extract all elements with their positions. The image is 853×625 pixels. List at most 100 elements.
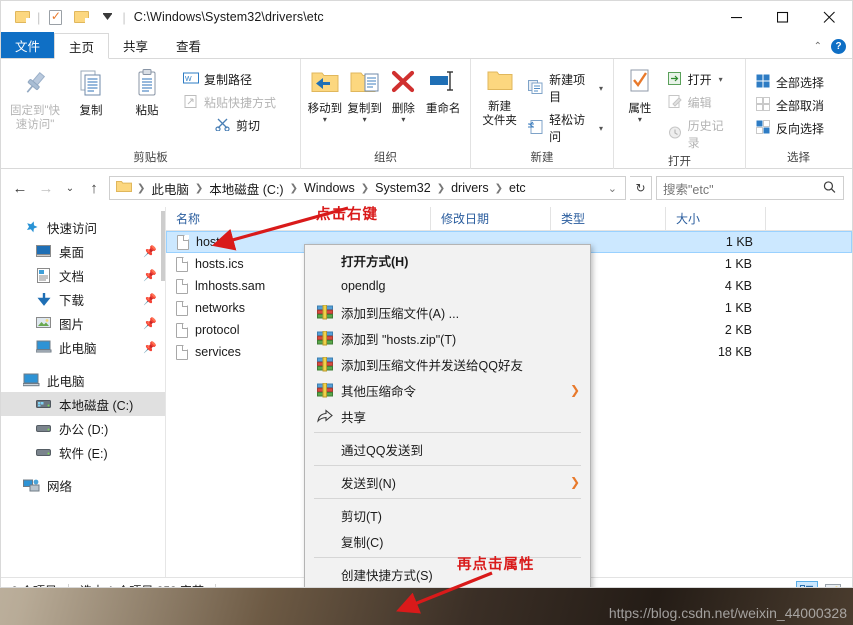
context-menu-item-open-with[interactable]: 打开方式(H) xyxy=(305,247,590,273)
context-menu-item-cut[interactable]: 剪切(T) xyxy=(305,502,590,528)
breadcrumb[interactable]: ❯ 此电脑 ❯ 本地磁盘 (C:) ❯ Windows ❯ System32 ❯… xyxy=(109,176,626,200)
pin-icon[interactable]: 📌 xyxy=(143,245,157,258)
context-menu-item-add-to-hosts-zip[interactable]: 添加到 "hosts.zip"(T) xyxy=(305,325,590,351)
ribbon-pin-label: 固定到"快速访问" xyxy=(9,105,61,131)
ribbon-select-none[interactable]: 全部取消 xyxy=(752,95,828,116)
maximize-button[interactable] xyxy=(760,1,806,33)
ribbon-cut[interactable]: 剪切 xyxy=(211,115,280,136)
ribbon-new-item[interactable]: 新建项目 ▾ xyxy=(524,69,607,107)
breadcrumb-sep-3[interactable]: ❯ xyxy=(360,183,370,194)
ribbon-move-to[interactable]: 移动到 ▾ xyxy=(305,64,345,124)
sidebar-item-network[interactable]: 网络 xyxy=(1,473,165,497)
sidebar-item-this-pc-quick[interactable]: 此电脑 📌 xyxy=(1,335,165,359)
qat-customize-caret-icon[interactable] xyxy=(94,4,120,30)
details-view-icon[interactable] xyxy=(796,580,818,587)
sidebar-item-downloads[interactable]: 下载 📌 xyxy=(1,287,165,311)
new-item-dropdown-icon[interactable]: ▾ xyxy=(599,84,603,93)
breadcrumb-sep-1[interactable]: ❯ xyxy=(194,183,204,194)
refresh-button[interactable]: ↻ xyxy=(630,176,652,200)
qat-new-folder-icon[interactable] xyxy=(68,4,94,30)
context-menu-item-send-via-qq[interactable]: 通过QQ发送到 xyxy=(305,436,590,462)
ribbon-edit[interactable]: 编辑 xyxy=(664,92,739,113)
sidebar-item-drive-e[interactable]: 软件 (E:) xyxy=(1,440,165,464)
tab-view[interactable]: 查看 xyxy=(162,32,215,58)
recent-locations-button[interactable]: ⌄ xyxy=(61,177,79,199)
column-header-name[interactable]: 名称 xyxy=(166,206,431,231)
pin-icon[interactable]: 📌 xyxy=(143,293,157,306)
tab-share[interactable]: 共享 xyxy=(109,32,162,58)
sidebar-item-pictures[interactable]: 图片 📌 xyxy=(1,311,165,335)
ribbon-new-folder[interactable]: 新建 文件夹 xyxy=(477,64,522,128)
sidebar-item-desktop[interactable]: 桌面 📌 xyxy=(1,239,165,263)
search-box[interactable]: 搜索"etc" xyxy=(656,176,844,200)
breadcrumb-item-5[interactable]: etc xyxy=(504,181,531,195)
context-menu-item-other-archive-commands[interactable]: 其他压缩命令 ❯ xyxy=(305,377,590,403)
qat-folder-icon[interactable] xyxy=(9,4,35,30)
pin-icon[interactable]: 📌 xyxy=(143,317,157,330)
sidebar-item-this-pc[interactable]: 此电脑 xyxy=(1,368,165,392)
context-menu-item-add-and-send-qq[interactable]: 添加到压缩文件并发送给QQ好友 xyxy=(305,351,590,377)
ribbon-invert-selection[interactable]: 反向选择 xyxy=(752,118,828,139)
collapse-ribbon-icon[interactable]: ⌃ xyxy=(814,41,822,52)
tab-home[interactable]: 主页 xyxy=(54,33,110,59)
sidebar-item-quick-access[interactable]: 快速访问 xyxy=(1,215,165,239)
ribbon-select-all[interactable]: 全部选择 xyxy=(752,72,828,93)
context-menu-item-create-shortcut[interactable]: 创建快捷方式(S) xyxy=(305,561,590,587)
pin-icon[interactable]: 📌 xyxy=(143,341,157,354)
sidebar-item-documents[interactable]: 文档 📌 xyxy=(1,263,165,287)
up-button[interactable]: ↑ xyxy=(83,177,105,199)
breadcrumb-sep-2[interactable]: ❯ xyxy=(289,183,299,194)
breadcrumb-item-1[interactable]: 本地磁盘 (C:) xyxy=(204,179,288,198)
ribbon-open[interactable]: 打开 ▾ xyxy=(664,69,739,90)
ribbon-easy-access[interactable]: 轻松访问 ▾ xyxy=(524,109,607,147)
breadcrumb-item-0[interactable]: 此电脑 xyxy=(146,179,194,198)
ribbon-paste-shortcut[interactable]: 粘贴快捷方式 xyxy=(179,92,280,113)
ribbon-group-organize: 移动到 ▾ 复制到 ▾ 删除 ▾ 重命名 组织 xyxy=(301,59,471,169)
context-menu-item-share[interactable]: 共享 xyxy=(305,403,590,429)
move-to-dropdown-icon[interactable]: ▾ xyxy=(323,116,327,124)
delete-dropdown-icon[interactable]: ▾ xyxy=(401,116,405,124)
context-menu-item-opendlg[interactable]: opendlg xyxy=(305,273,590,299)
breadcrumb-sep-4[interactable]: ❯ xyxy=(436,183,446,194)
column-header-date[interactable]: 修改日期 xyxy=(431,206,551,231)
qat-divider-1: | xyxy=(37,9,41,25)
context-separator xyxy=(314,432,581,433)
breadcrumb-item-2[interactable]: Windows xyxy=(299,181,360,195)
context-menu-item-copy[interactable]: 复制(C) xyxy=(305,528,590,554)
ribbon-copy-button[interactable]: 复制 xyxy=(63,64,119,118)
ribbon-copy-to[interactable]: 复制到 ▾ xyxy=(345,64,385,124)
copy-to-dropdown-icon[interactable]: ▾ xyxy=(363,116,367,124)
tab-file[interactable]: 文件 xyxy=(1,32,55,58)
ribbon-paste-button[interactable]: 粘贴 xyxy=(119,64,175,118)
help-icon[interactable]: ? xyxy=(831,39,846,54)
context-menu-item-delete[interactable]: 删除(D) xyxy=(305,587,590,588)
forward-button[interactable]: → xyxy=(35,177,57,199)
minimize-button[interactable] xyxy=(714,1,760,33)
properties-dropdown-icon[interactable]: ▾ xyxy=(638,116,642,124)
ribbon-delete[interactable]: 删除 ▾ xyxy=(385,64,423,124)
ribbon-pin-to-quick-access[interactable]: 固定到"快速访问" xyxy=(7,64,63,132)
back-button[interactable]: ← xyxy=(9,177,31,199)
column-header-type[interactable]: 类型 xyxy=(551,206,666,231)
sidebar-item-drive-d[interactable]: 办公 (D:) xyxy=(1,416,165,440)
breadcrumb-item-3[interactable]: System32 xyxy=(370,181,436,195)
large-icons-view-icon[interactable] xyxy=(822,581,844,587)
search-input[interactable]: 搜索"etc" xyxy=(663,179,714,198)
context-menu-item-send-to[interactable]: 发送到(N) ❯ xyxy=(305,469,590,495)
column-header-size[interactable]: 大小 xyxy=(666,206,766,231)
sidebar-item-local-disk-c[interactable]: 本地磁盘 (C:) xyxy=(1,392,165,416)
easy-access-dropdown-icon[interactable]: ▾ xyxy=(599,124,603,133)
close-button[interactable] xyxy=(806,1,852,33)
ribbon-rename[interactable]: 重命名 xyxy=(422,64,464,116)
context-menu-item-add-to-archive[interactable]: 添加到压缩文件(A) ... xyxy=(305,299,590,325)
breadcrumb-dropdown-icon[interactable]: ⌄ xyxy=(607,182,621,195)
context-label: 共享 xyxy=(341,410,367,425)
ribbon-copy-path[interactable]: W 复制路径 xyxy=(179,69,280,90)
breadcrumb-sep-5[interactable]: ❯ xyxy=(494,183,504,194)
ribbon-properties[interactable]: 属性 ▾ xyxy=(620,64,660,124)
ribbon-history[interactable]: 历史记录 xyxy=(664,115,739,153)
qat-properties-icon[interactable] xyxy=(42,4,68,30)
open-dropdown-icon[interactable]: ▾ xyxy=(719,75,723,84)
breadcrumb-item-4[interactable]: drivers xyxy=(446,181,494,195)
pin-icon[interactable]: 📌 xyxy=(143,269,157,282)
